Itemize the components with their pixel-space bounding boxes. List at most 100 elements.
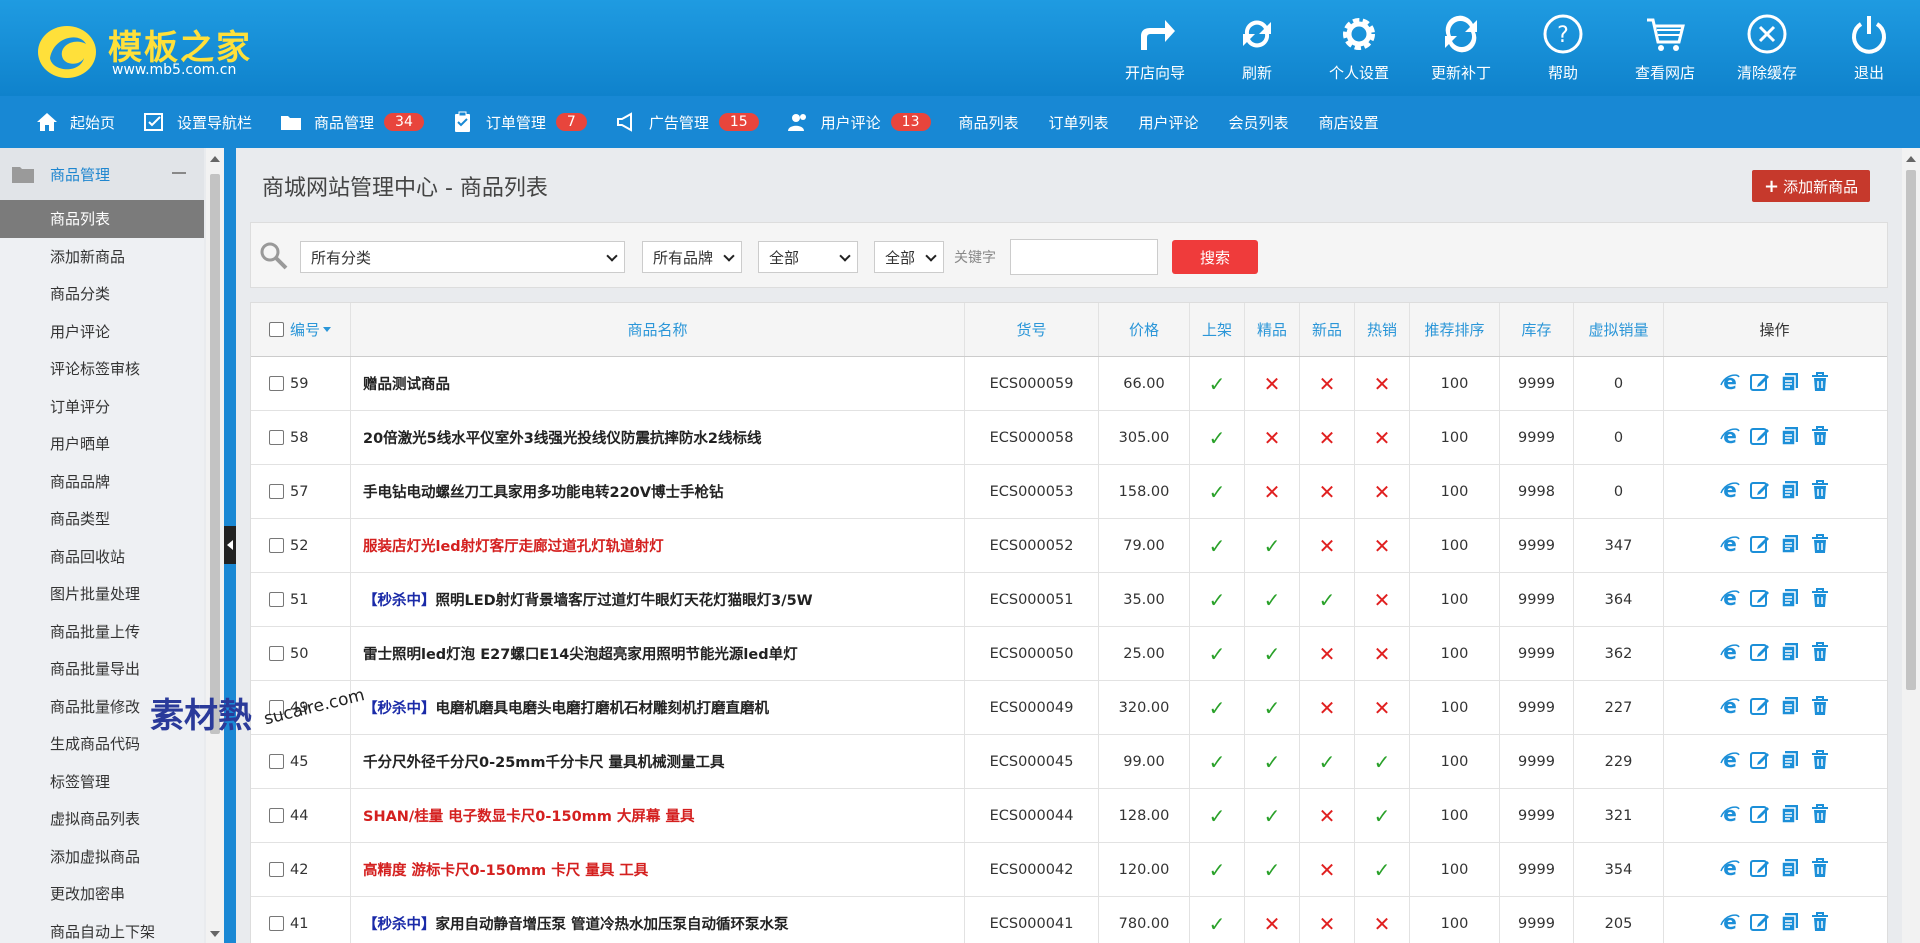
sidebar-item[interactable]: 商品列表 xyxy=(0,200,204,238)
copy-icon[interactable] xyxy=(1779,371,1801,397)
trash-icon[interactable] xyxy=(1809,911,1831,937)
flag-on-sale[interactable]: ✓ xyxy=(1190,627,1245,680)
goods-name[interactable]: 服装店灯光led射灯客厅走廊过道孔灯轨道射灯 xyxy=(363,535,664,556)
cell-stock[interactable]: 9999 xyxy=(1500,627,1574,680)
flag-best[interactable]: ✕ xyxy=(1245,411,1300,464)
sidebar-item[interactable]: 商品批量上传 xyxy=(0,613,204,651)
flag-hot[interactable]: ✕ xyxy=(1355,411,1410,464)
flag-on-sale[interactable]: ✓ xyxy=(1190,897,1245,943)
flag-new[interactable]: ✕ xyxy=(1300,357,1355,410)
copy-icon[interactable] xyxy=(1779,803,1801,829)
cross-icon[interactable]: ✕ xyxy=(1319,480,1336,504)
category-select[interactable]: 所有分类 xyxy=(300,241,625,273)
copy-icon[interactable] xyxy=(1779,479,1801,505)
preview-ie-icon[interactable]: e xyxy=(1719,694,1741,721)
cell-virtual-sales[interactable]: 227 xyxy=(1574,681,1664,734)
tool-clear-cache[interactable]: 清除缓存 xyxy=(1716,0,1818,96)
copy-icon[interactable] xyxy=(1779,911,1801,937)
flag-best[interactable]: ✕ xyxy=(1245,897,1300,943)
flag-new[interactable]: ✓ xyxy=(1300,735,1355,788)
check-icon[interactable]: ✓ xyxy=(1209,912,1226,936)
sidebar-item[interactable]: 商品类型 xyxy=(0,500,204,538)
edit-icon[interactable] xyxy=(1749,695,1771,721)
flag-best[interactable]: ✓ xyxy=(1245,519,1300,572)
check-icon[interactable]: ✓ xyxy=(1374,858,1391,882)
sidebar-item[interactable]: 标签管理 xyxy=(0,763,204,801)
flag-new[interactable]: ✕ xyxy=(1300,843,1355,896)
cell-virtual-sales[interactable]: 0 xyxy=(1574,357,1664,410)
row-checkbox[interactable] xyxy=(269,538,284,553)
cell-stock[interactable]: 9999 xyxy=(1500,789,1574,842)
preview-ie-icon[interactable]: e xyxy=(1719,640,1741,667)
scroll-thumb[interactable] xyxy=(210,174,220,734)
check-icon[interactable]: ✓ xyxy=(1264,804,1281,828)
cross-icon[interactable]: ✕ xyxy=(1319,642,1336,666)
cell-stock[interactable]: 9999 xyxy=(1500,519,1574,572)
row-checkbox[interactable] xyxy=(269,754,284,769)
check-icon[interactable]: ✓ xyxy=(1209,588,1226,612)
add-goods-button[interactable]: + 添加新商品 xyxy=(1752,170,1871,202)
cell-sort-order[interactable]: 100 xyxy=(1410,519,1500,572)
flag-best[interactable]: ✓ xyxy=(1245,789,1300,842)
preview-ie-icon[interactable]: e xyxy=(1719,370,1741,397)
tool-open-wizard[interactable]: 开店向导 xyxy=(1104,0,1206,96)
preview-ie-icon[interactable]: e xyxy=(1719,478,1741,505)
search-button[interactable]: 搜索 xyxy=(1172,240,1258,274)
flag-hot[interactable]: ✕ xyxy=(1355,897,1410,943)
cell-price[interactable]: 79.00 xyxy=(1099,519,1190,572)
trash-icon[interactable] xyxy=(1809,533,1831,559)
preview-ie-icon[interactable]: e xyxy=(1719,748,1741,775)
flag-new[interactable]: ✕ xyxy=(1300,789,1355,842)
cell-virtual-sales[interactable]: 354 xyxy=(1574,843,1664,896)
check-icon[interactable]: ✓ xyxy=(1209,750,1226,774)
check-icon[interactable]: ✓ xyxy=(1264,858,1281,882)
cell-stock[interactable]: 9999 xyxy=(1500,897,1574,943)
tool-update-patch[interactable]: 更新补丁 xyxy=(1410,0,1512,96)
flag-best[interactable]: ✓ xyxy=(1245,735,1300,788)
cross-icon[interactable]: ✕ xyxy=(1319,804,1336,828)
cross-icon[interactable]: ✕ xyxy=(1374,372,1391,396)
cell-virtual-sales[interactable]: 0 xyxy=(1574,465,1664,518)
flag-on-sale[interactable]: ✓ xyxy=(1190,411,1245,464)
cell-price[interactable]: 305.00 xyxy=(1099,411,1190,464)
nav-set-navbar[interactable]: 设置导航栏 xyxy=(143,111,252,133)
row-checkbox[interactable] xyxy=(269,646,284,661)
keyword-input[interactable] xyxy=(1010,239,1158,275)
edit-icon[interactable] xyxy=(1749,803,1771,829)
check-icon[interactable]: ✓ xyxy=(1209,534,1226,558)
edit-icon[interactable] xyxy=(1749,479,1771,505)
cross-icon[interactable]: ✕ xyxy=(1374,696,1391,720)
brand-select[interactable]: 所有品牌 xyxy=(642,241,742,273)
flag-best[interactable]: ✓ xyxy=(1245,843,1300,896)
preview-ie-icon[interactable]: e xyxy=(1719,802,1741,829)
col-name[interactable]: 商品名称 xyxy=(351,303,965,356)
sidebar-section-header[interactable]: 商品管理 xyxy=(0,148,204,200)
flag-hot[interactable]: ✓ xyxy=(1355,735,1410,788)
trash-icon[interactable] xyxy=(1809,479,1831,505)
logo[interactable]: 模板之家 www.mb5.com.cn xyxy=(36,18,266,84)
copy-icon[interactable] xyxy=(1779,587,1801,613)
select-all-checkbox[interactable] xyxy=(269,322,284,337)
flag-hot[interactable]: ✕ xyxy=(1355,519,1410,572)
trash-icon[interactable] xyxy=(1809,587,1831,613)
flag-best[interactable]: ✓ xyxy=(1245,627,1300,680)
goods-name[interactable]: 20倍激光5线水平仪室外3线强光投线仪防震抗摔防水2线标线 xyxy=(363,427,761,448)
nav-goods-manage[interactable]: 商品管理 34 xyxy=(280,111,424,133)
trash-icon[interactable] xyxy=(1809,857,1831,883)
sidebar-item[interactable]: 用户晒单 xyxy=(0,425,204,463)
goods-name[interactable]: 雷士照明led灯泡 E27螺口E14尖泡超亮家用照明节能光源led单灯 xyxy=(363,643,798,664)
cell-price[interactable]: 128.00 xyxy=(1099,789,1190,842)
cross-icon[interactable]: ✕ xyxy=(1264,372,1281,396)
cell-price[interactable]: 25.00 xyxy=(1099,627,1190,680)
check-icon[interactable]: ✓ xyxy=(1209,804,1226,828)
cell-virtual-sales[interactable]: 364 xyxy=(1574,573,1664,626)
cell-price[interactable]: 120.00 xyxy=(1099,843,1190,896)
preview-ie-icon[interactable]: e xyxy=(1719,856,1741,883)
edit-icon[interactable] xyxy=(1749,425,1771,451)
check-icon[interactable]: ✓ xyxy=(1319,588,1336,612)
cell-stock[interactable]: 9999 xyxy=(1500,843,1574,896)
cell-sort-order[interactable]: 100 xyxy=(1410,357,1500,410)
flag-best[interactable]: ✓ xyxy=(1245,573,1300,626)
flag-hot[interactable]: ✕ xyxy=(1355,357,1410,410)
flag-new[interactable]: ✕ xyxy=(1300,681,1355,734)
